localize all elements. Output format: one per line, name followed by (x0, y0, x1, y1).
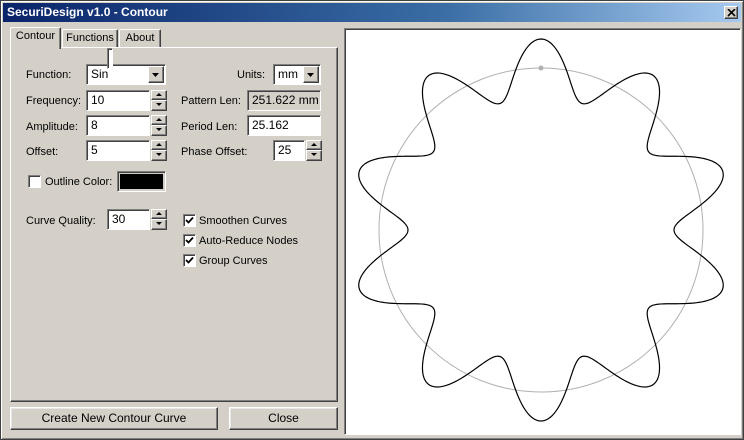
pattern-len-field: 251.622 mm (247, 90, 321, 111)
curve-quality-value: 30 (112, 212, 126, 226)
frequency-value: 10 (91, 93, 105, 107)
arrow-down-icon (156, 103, 162, 106)
pattern-len-value: 251.622 mm (252, 93, 319, 107)
function-select[interactable]: Sin (86, 64, 166, 85)
amplitude-value: 8 (91, 118, 98, 132)
close-button-label: Close (268, 411, 299, 425)
units-label: Units: (237, 69, 266, 81)
arrow-down-icon (311, 153, 317, 156)
contour-tab-panel: Function: Sin Units: mm Frequency: 10 Pa… (10, 47, 338, 402)
close-icon (727, 9, 736, 17)
checkmark-icon (185, 256, 194, 264)
chevron-down-icon (152, 73, 159, 77)
amplitude-down-button[interactable] (151, 125, 167, 136)
frequency-stepper[interactable] (151, 90, 167, 111)
function-dropdown-button[interactable] (148, 66, 164, 83)
group-curves-checkbox[interactable] (183, 254, 196, 267)
contour-preview-canvas (358, 38, 724, 422)
smoothen-curves-label: Smoothen Curves (199, 215, 288, 227)
offset-down-button[interactable] (151, 150, 167, 161)
phase-offset-value: 25 (278, 143, 292, 157)
arrow-up-icon (311, 143, 317, 146)
curve-quality-input[interactable] (107, 48, 113, 69)
phase-offset-up-button[interactable] (306, 140, 322, 150)
units-select[interactable]: mm (273, 64, 321, 85)
frequency-label: Frequency: (26, 95, 82, 107)
close-button[interactable]: Close (229, 407, 338, 430)
offset-label: Offset: (26, 146, 59, 158)
amplitude-stepper[interactable] (151, 115, 167, 136)
frequency-input[interactable]: 10 (86, 90, 150, 111)
tab-contour[interactable]: Contour (10, 27, 61, 49)
arrow-up-icon (156, 212, 162, 215)
auto-reduce-nodes-checkbox[interactable] (183, 234, 196, 247)
create-contour-button[interactable]: Create New Contour Curve (10, 407, 218, 430)
outline-color-label: Outline Color: (45, 176, 113, 188)
offset-up-button[interactable] (151, 140, 167, 150)
amplitude-input[interactable]: 8 (86, 115, 150, 136)
curve-quality-stepper[interactable] (151, 209, 167, 230)
outline-color-checkbox[interactable] (28, 175, 41, 188)
base-circle (378, 67, 704, 393)
auto-reduce-nodes-label: Auto-Reduce Nodes (199, 235, 299, 247)
arrow-up-icon (156, 93, 162, 96)
tab-contour-label: Contour (15, 30, 56, 42)
tab-functions-label: Functions (66, 32, 114, 44)
curve-quality-down-button[interactable] (151, 219, 167, 230)
title-bar[interactable]: SecuriDesign v1.0 - Contour (3, 3, 741, 22)
amplitude-up-button[interactable] (151, 115, 167, 125)
arrow-up-icon (156, 118, 162, 121)
pattern-len-label: Pattern Len: (181, 95, 241, 107)
frequency-up-button[interactable] (151, 90, 167, 100)
offset-value: 5 (91, 143, 98, 157)
tab-functions[interactable]: Functions (62, 29, 118, 48)
arrow-down-icon (156, 128, 162, 131)
checkmark-icon (185, 216, 194, 224)
start-node (538, 65, 544, 71)
window-close-button[interactable] (724, 6, 738, 19)
phase-offset-input[interactable]: 25 (273, 140, 305, 161)
outline-color-swatch (120, 174, 163, 189)
function-label: Function: (26, 69, 72, 81)
frequency-down-button[interactable] (151, 100, 167, 111)
phase-offset-stepper[interactable] (306, 140, 322, 161)
units-dropdown-button[interactable] (303, 66, 319, 83)
curve-quality-up-button[interactable] (151, 209, 167, 219)
amplitude-label: Amplitude: (26, 121, 78, 133)
contour-curve (358, 38, 724, 422)
units-select-value: mm (278, 67, 298, 81)
arrow-up-icon (156, 143, 162, 146)
tab-about[interactable]: About (119, 29, 161, 48)
curve-quality-label: Curve Quality: (26, 215, 96, 227)
offset-stepper[interactable] (151, 140, 167, 161)
chevron-down-icon (307, 73, 314, 77)
checkmark-icon (185, 236, 194, 244)
outline-color-button[interactable] (117, 171, 166, 192)
function-select-value: Sin (91, 67, 109, 81)
period-len-label: Period Len: (181, 121, 238, 133)
curve-quality-field[interactable]: 30 (107, 209, 150, 230)
contour-dialog: SecuriDesign v1.0 - Contour Contour Func… (0, 0, 744, 440)
tab-about-label: About (125, 32, 155, 44)
arrow-down-icon (156, 153, 162, 156)
smoothen-curves-checkbox[interactable] (183, 214, 196, 227)
window-title: SecuriDesign v1.0 - Contour (7, 5, 168, 19)
arrow-down-icon (156, 222, 162, 225)
create-contour-label: Create New Contour Curve (41, 411, 187, 425)
contour-preview (344, 28, 741, 435)
period-len-value: 25.162 (252, 118, 289, 132)
group-curves-label: Group Curves (199, 255, 268, 267)
phase-offset-down-button[interactable] (306, 150, 322, 161)
phase-offset-label: Phase Offset: (181, 146, 248, 158)
offset-input[interactable]: 5 (86, 140, 150, 161)
period-len-input[interactable]: 25.162 (247, 115, 321, 136)
